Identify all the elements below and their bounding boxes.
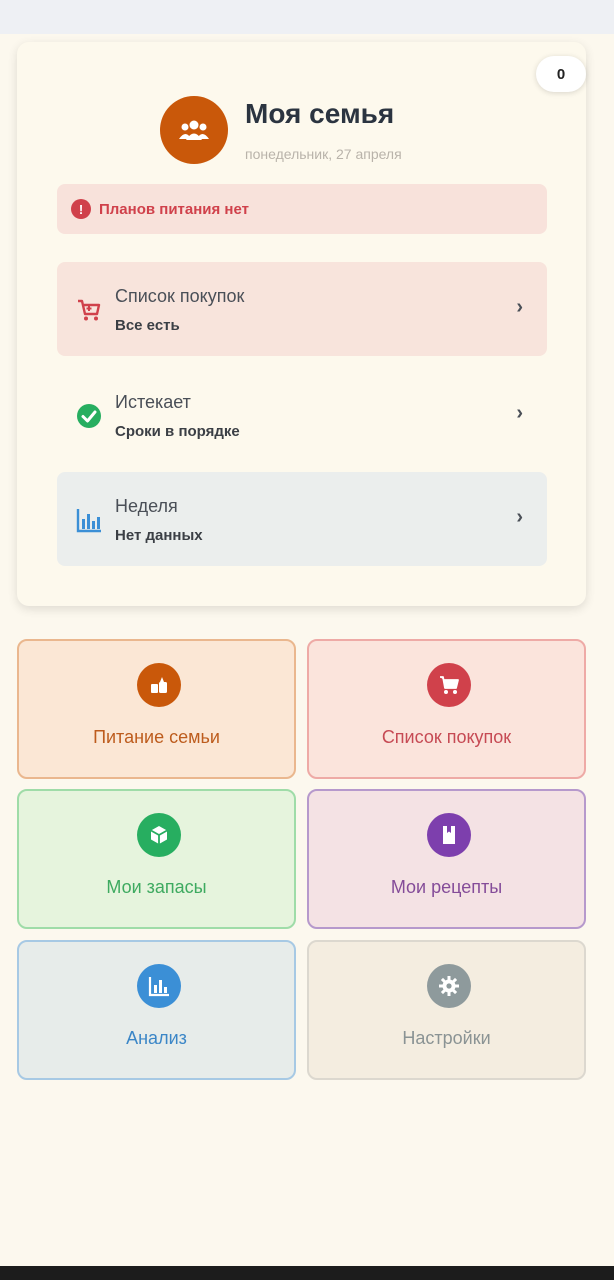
summary-row-expiry[interactable]: Истекает Сроки в порядке › (57, 368, 547, 462)
chevron-right-icon: › (516, 402, 523, 424)
tile-family-nutrition[interactable]: Питание семьи (17, 639, 296, 779)
tile-label: Список покупок (381, 727, 512, 747)
no-meal-plans-alert: ! Планов питания нет (57, 184, 547, 234)
bar-chart-icon (137, 964, 181, 1008)
recipe-book-icon (427, 813, 471, 857)
food-icon (137, 663, 181, 707)
page-title: Моя семья (245, 98, 395, 129)
row-subtitle: Сроки в порядке (115, 423, 240, 440)
alert-icon: ! (71, 199, 91, 219)
family-summary-card: 0 Моя семья понедельник, 27 апреля ! Пла… (17, 42, 586, 606)
row-title: Список покупок (115, 286, 245, 306)
row-subtitle: Нет данных (115, 527, 203, 544)
bar-chart-icon (75, 506, 103, 534)
counter-badge[interactable]: 0 (536, 56, 586, 92)
cart-icon (427, 663, 471, 707)
cart-icon (75, 296, 103, 324)
tile-label: Настройки (402, 1028, 491, 1048)
summary-row-shopping[interactable]: Список покупок Все есть › (57, 262, 547, 356)
row-subtitle: Все есть (115, 317, 180, 334)
row-title: Неделя (115, 496, 178, 516)
chevron-right-icon: › (516, 296, 523, 318)
home-screen: 0 Моя семья понедельник, 27 апреля ! Пла… (0, 34, 614, 1266)
row-title: Истекает (115, 392, 191, 412)
tile-label: Питание семьи (93, 727, 220, 747)
family-avatar (160, 96, 228, 164)
tile-shopping-list[interactable]: Список покупок (307, 639, 586, 779)
tile-my-stock[interactable]: Мои запасы (17, 789, 296, 929)
alert-text: Планов питания нет (99, 200, 249, 218)
people-group-icon (179, 120, 209, 140)
tile-label: Мои запасы (106, 877, 207, 897)
tile-settings[interactable]: Настройки (307, 940, 586, 1080)
current-date: понедельник, 27 апреля (245, 146, 402, 162)
box-icon (137, 813, 181, 857)
check-circle-icon (75, 402, 103, 430)
system-navigation-bar (0, 1266, 614, 1280)
chevron-right-icon: › (516, 506, 523, 528)
gear-icon (427, 964, 471, 1008)
tile-label: Мои рецепты (390, 877, 503, 897)
summary-row-week[interactable]: Неделя Нет данных › (57, 472, 547, 566)
tile-my-recipes[interactable]: Мои рецепты (307, 789, 586, 929)
tile-label: Анализ (126, 1028, 187, 1048)
tile-analysis[interactable]: Анализ (17, 940, 296, 1080)
